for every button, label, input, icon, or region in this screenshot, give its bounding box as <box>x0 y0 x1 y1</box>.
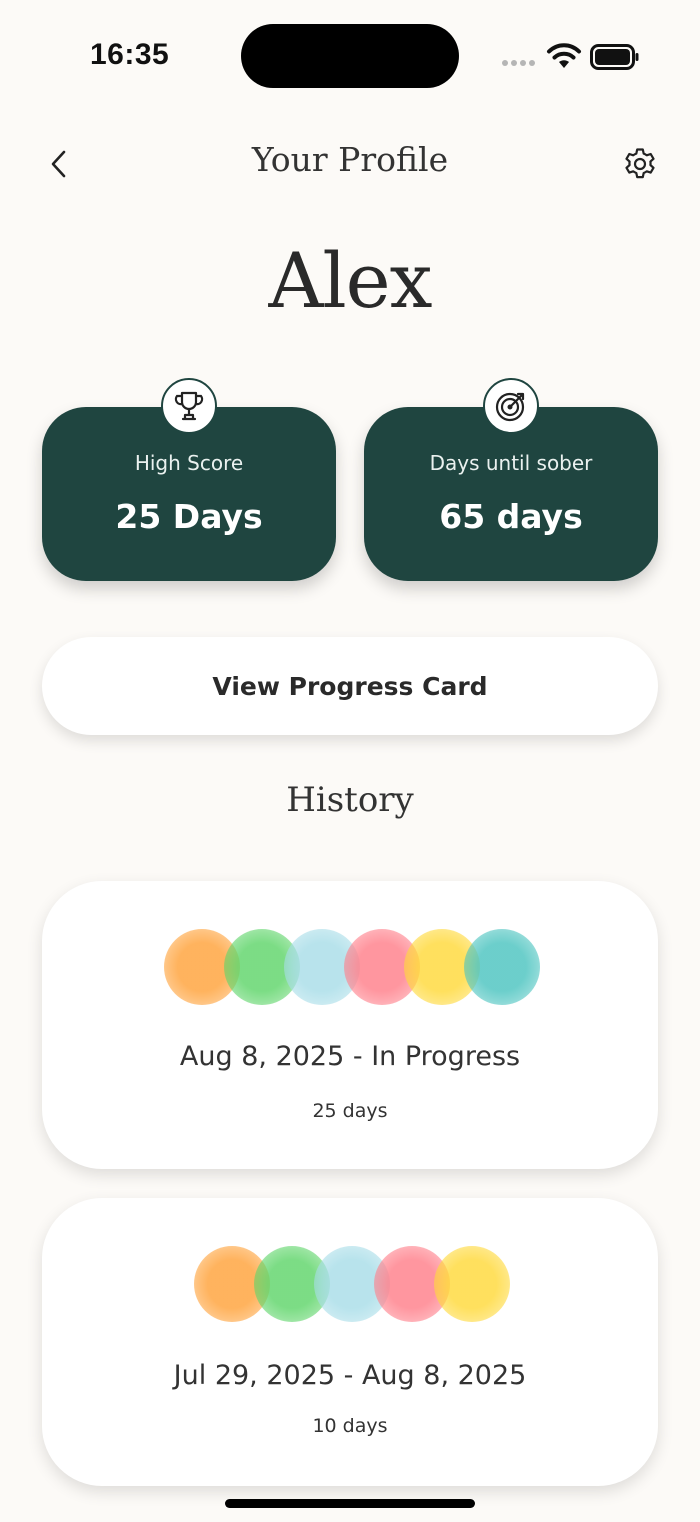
view-progress-card-button[interactable]: View Progress Card <box>42 637 658 735</box>
history-length: 10 days <box>312 1415 388 1437</box>
days-until-sober-card: Days until sober 65 days <box>364 378 658 581</box>
stat-value: 25 Days <box>115 497 263 536</box>
history-entry[interactable]: Jul 29, 2025 - Aug 8, 2025 10 days <box>42 1198 658 1486</box>
user-name: Alex <box>268 236 432 325</box>
settings-gear-icon[interactable] <box>622 146 658 182</box>
history-title: History <box>286 780 414 820</box>
trophy-icon <box>174 391 204 421</box>
wifi-icon <box>547 43 581 68</box>
trophy-badge <box>161 378 217 434</box>
color-dot <box>464 929 540 1005</box>
stat-label: Days until sober <box>429 451 593 475</box>
history-range: Aug 8, 2025 - In Progress <box>179 1041 521 1072</box>
stat-value: 65 days <box>439 497 583 536</box>
high-score-card: High Score 25 Days <box>42 378 336 581</box>
cellular-signal-icon <box>502 60 535 66</box>
target-icon <box>495 392 525 422</box>
dynamic-island <box>241 24 459 88</box>
history-entry[interactable]: Aug 8, 2025 - In Progress 25 days <box>42 881 658 1169</box>
stat-label: High Score <box>134 451 244 475</box>
battery-icon <box>590 44 639 70</box>
page-title: Your Profile <box>251 140 449 179</box>
history-range: Jul 29, 2025 - Aug 8, 2025 <box>173 1360 527 1391</box>
target-badge <box>483 378 539 434</box>
home-indicator <box>225 1499 475 1508</box>
profile-screen: 16:35 Your Profile Alex High Score 25 Da… <box>0 0 700 1522</box>
history-length: 25 days <box>312 1100 388 1122</box>
color-dot <box>434 1246 510 1322</box>
status-time: 16:35 <box>90 38 170 71</box>
